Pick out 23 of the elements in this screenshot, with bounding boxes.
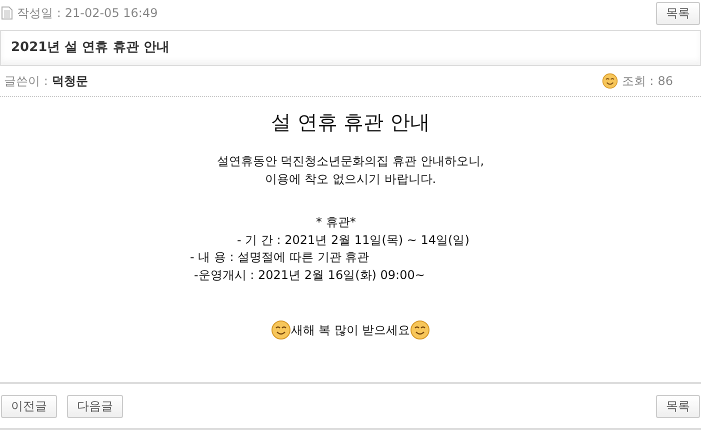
post-heading: 설 연휴 휴관 안내: [270, 109, 432, 136]
list-button[interactable]: 목록: [656, 394, 700, 418]
author-name: 덕청문: [52, 72, 88, 90]
post-date: 21-02-05 16:49: [64, 6, 158, 20]
list-button[interactable]: 목록: [656, 2, 700, 24]
date-label: 작성일 :: [17, 4, 61, 22]
greeting-text: 새해 복 많이 받으세요: [290, 322, 410, 338]
smiley-icon: [602, 73, 618, 89]
nav-button[interactable]: 이전글: [1, 394, 57, 418]
views-label: 조회 :: [622, 72, 654, 90]
body-text: 이용에 착오 없으시기 바랍니다.: [264, 171, 438, 188]
body-text: - 기 간 : 2021년 2월 11일(목) ~ 14일(일): [236, 232, 470, 248]
body-text: - 내 용 : 설명절에 따른 기관 휴관: [189, 249, 370, 266]
body-text: 설연휴동안 덕진청소년문화의집 휴관 안내하오니,: [216, 153, 486, 170]
body-text: * 휴관*: [315, 214, 357, 231]
document-icon: [1, 6, 13, 20]
views-count: 86: [658, 74, 673, 88]
author-label: 글쓴이 :: [4, 72, 48, 90]
smiley-icon: [410, 320, 430, 340]
post-title: 2021년 설 연휴 휴관 안내: [0, 30, 701, 66]
nav-button[interactable]: 다음글: [67, 394, 123, 418]
body-text: -운영개시 : 2021년 2월 16일(화) 09:00~: [193, 266, 426, 284]
smiley-icon: [270, 320, 291, 340]
